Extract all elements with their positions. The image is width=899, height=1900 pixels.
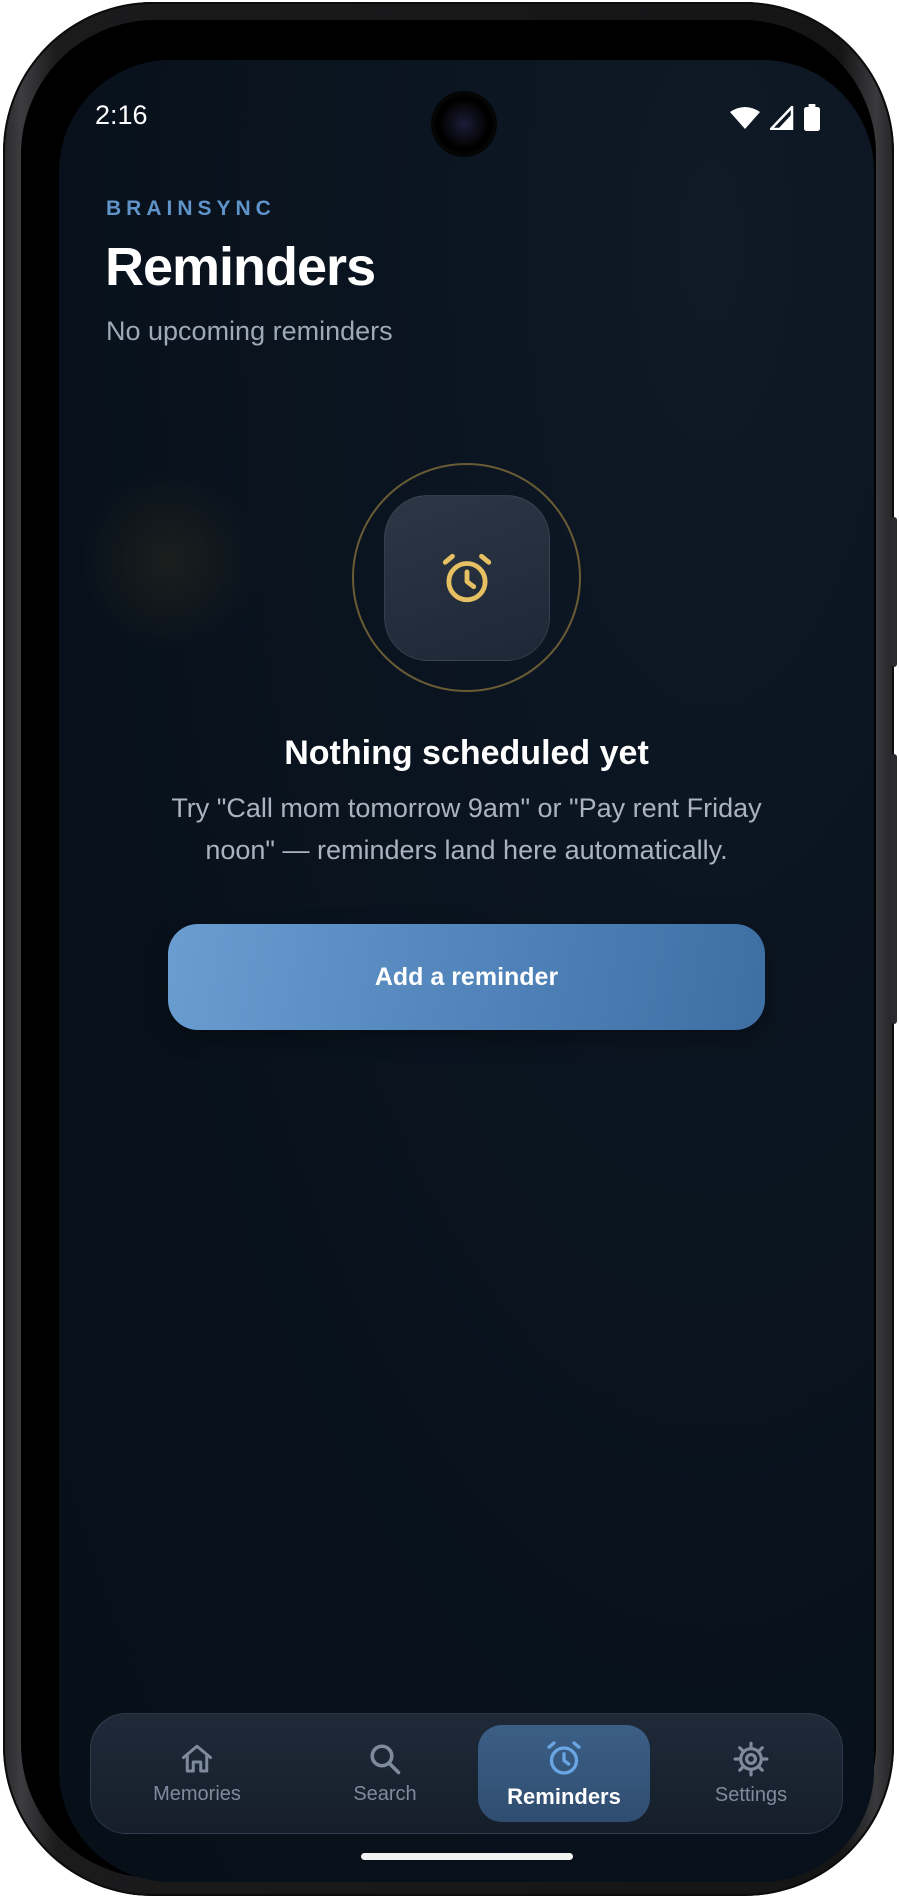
phone-frame: 2:16 BRAINSYNC Reminders No upcoming rem… [3, 2, 897, 1896]
battery-icon [804, 104, 820, 131]
power-button [891, 517, 897, 667]
nav-item-search[interactable]: Search [299, 1725, 471, 1822]
volume-button [891, 754, 897, 1024]
empty-state-description: Try "Call mom tomorrow 9am" or "Pay rent… [171, 793, 762, 865]
home-icon [182, 1744, 212, 1773]
search-icon [370, 1744, 401, 1775]
gear-icon [733, 1741, 769, 1777]
bezel: 2:16 BRAINSYNC Reminders No upcoming rem… [21, 20, 876, 1882]
nav-label-settings: Settings [714, 1784, 788, 1806]
empty-state-title: Nothing scheduled yet [284, 734, 649, 772]
nav-label-search: Search [353, 1783, 417, 1805]
status-time: 2:16 [95, 100, 148, 130]
add-reminder-button[interactable]: Add a reminder [168, 924, 765, 1030]
nav-item-settings[interactable]: Settings [665, 1725, 837, 1822]
alarm-clock-icon [547, 1740, 581, 1775]
alarm-clock-icon [442, 553, 492, 603]
empty-state-icon-tile [384, 495, 550, 661]
nav-item-reminders[interactable]: Reminders [478, 1725, 650, 1822]
front-camera [435, 95, 493, 153]
ambient-glow [79, 470, 259, 650]
brand-label: BRAINSYNC [106, 197, 276, 220]
nav-item-memories[interactable]: Memories [111, 1725, 283, 1822]
nav-label-memories: Memories [153, 1783, 241, 1805]
bottom-nav: Memories Search Reminders Settings [90, 1713, 843, 1834]
nav-label-reminders: Reminders [507, 1783, 621, 1809]
signal-icon [770, 105, 794, 130]
status-icons [730, 104, 820, 131]
page-subtitle: No upcoming reminders [106, 316, 393, 346]
page-title: Reminders [105, 237, 376, 297]
wifi-icon [730, 106, 760, 129]
home-indicator[interactable] [361, 1853, 573, 1860]
screen: 2:16 BRAINSYNC Reminders No upcoming rem… [59, 60, 874, 1882]
